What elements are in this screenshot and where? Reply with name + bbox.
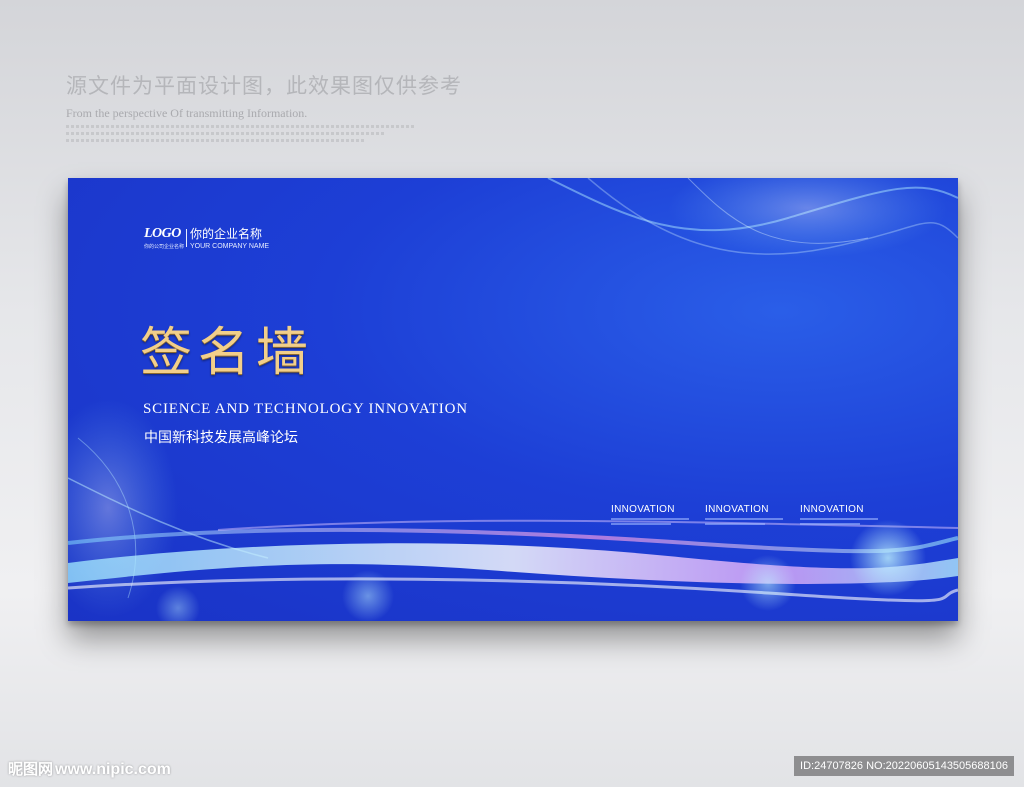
- innovation-fineprint: [800, 523, 860, 525]
- innovation-block: INNOVATION: [800, 504, 890, 525]
- innovation-fineprint: [800, 518, 878, 520]
- watermark-url: www.nipic.com: [55, 761, 171, 778]
- logo-mark: LOGO: [144, 225, 181, 241]
- signature-wall-board: LOGO 你的公司企业名称 你的企业名称 YOUR COMPANY NAME 签…: [68, 178, 958, 621]
- main-title: 签名墙: [140, 323, 315, 383]
- innovation-fineprint: [705, 523, 765, 525]
- innovation-fineprint: [705, 518, 783, 520]
- innovation-title: INNOVATION: [800, 504, 864, 515]
- watermark-brand: 昵图网: [8, 760, 54, 778]
- disclaimer-fineprint-line: [66, 125, 416, 128]
- disclaimer: 源文件为平面设计图，此效果图仅供参考 From the perspective …: [66, 70, 462, 142]
- company-name-en: YOUR COMPANY NAME: [190, 243, 270, 250]
- logo-subtext: 你的公司企业名称: [144, 243, 185, 250]
- subtitle-en: SCIENCE AND TECHNOLOGY INNOVATION: [143, 401, 468, 417]
- disclaimer-subtitle: From the perspective Of transmitting Inf…: [66, 106, 308, 120]
- site-watermark: 昵图网 www.nipic.com: [8, 758, 171, 779]
- company-name-cn: 你的企业名称: [190, 227, 263, 241]
- disclaimer-fineprint-line: [66, 132, 386, 135]
- logo-divider: [186, 228, 188, 247]
- image-id-badge: ID:24707826 NO:20220605143505688106: [794, 756, 1014, 776]
- disclaimer-title: 源文件为平面设计图，此效果图仅供参考: [66, 74, 462, 98]
- innovation-block: INNOVATION: [611, 504, 701, 525]
- disclaimer-fineprint-line: [66, 139, 366, 142]
- company-logo: LOGO 你的公司企业名称 你的企业名称 YOUR COMPANY NAME: [144, 225, 270, 251]
- innovation-title: INNOVATION: [705, 504, 769, 515]
- innovation-fineprint: [611, 518, 689, 520]
- innovation-block: INNOVATION: [705, 504, 795, 525]
- innovation-title: INNOVATION: [611, 504, 675, 515]
- subtitle-cn: 中国新科技发展高峰论坛: [144, 430, 298, 446]
- innovation-fineprint: [611, 523, 671, 525]
